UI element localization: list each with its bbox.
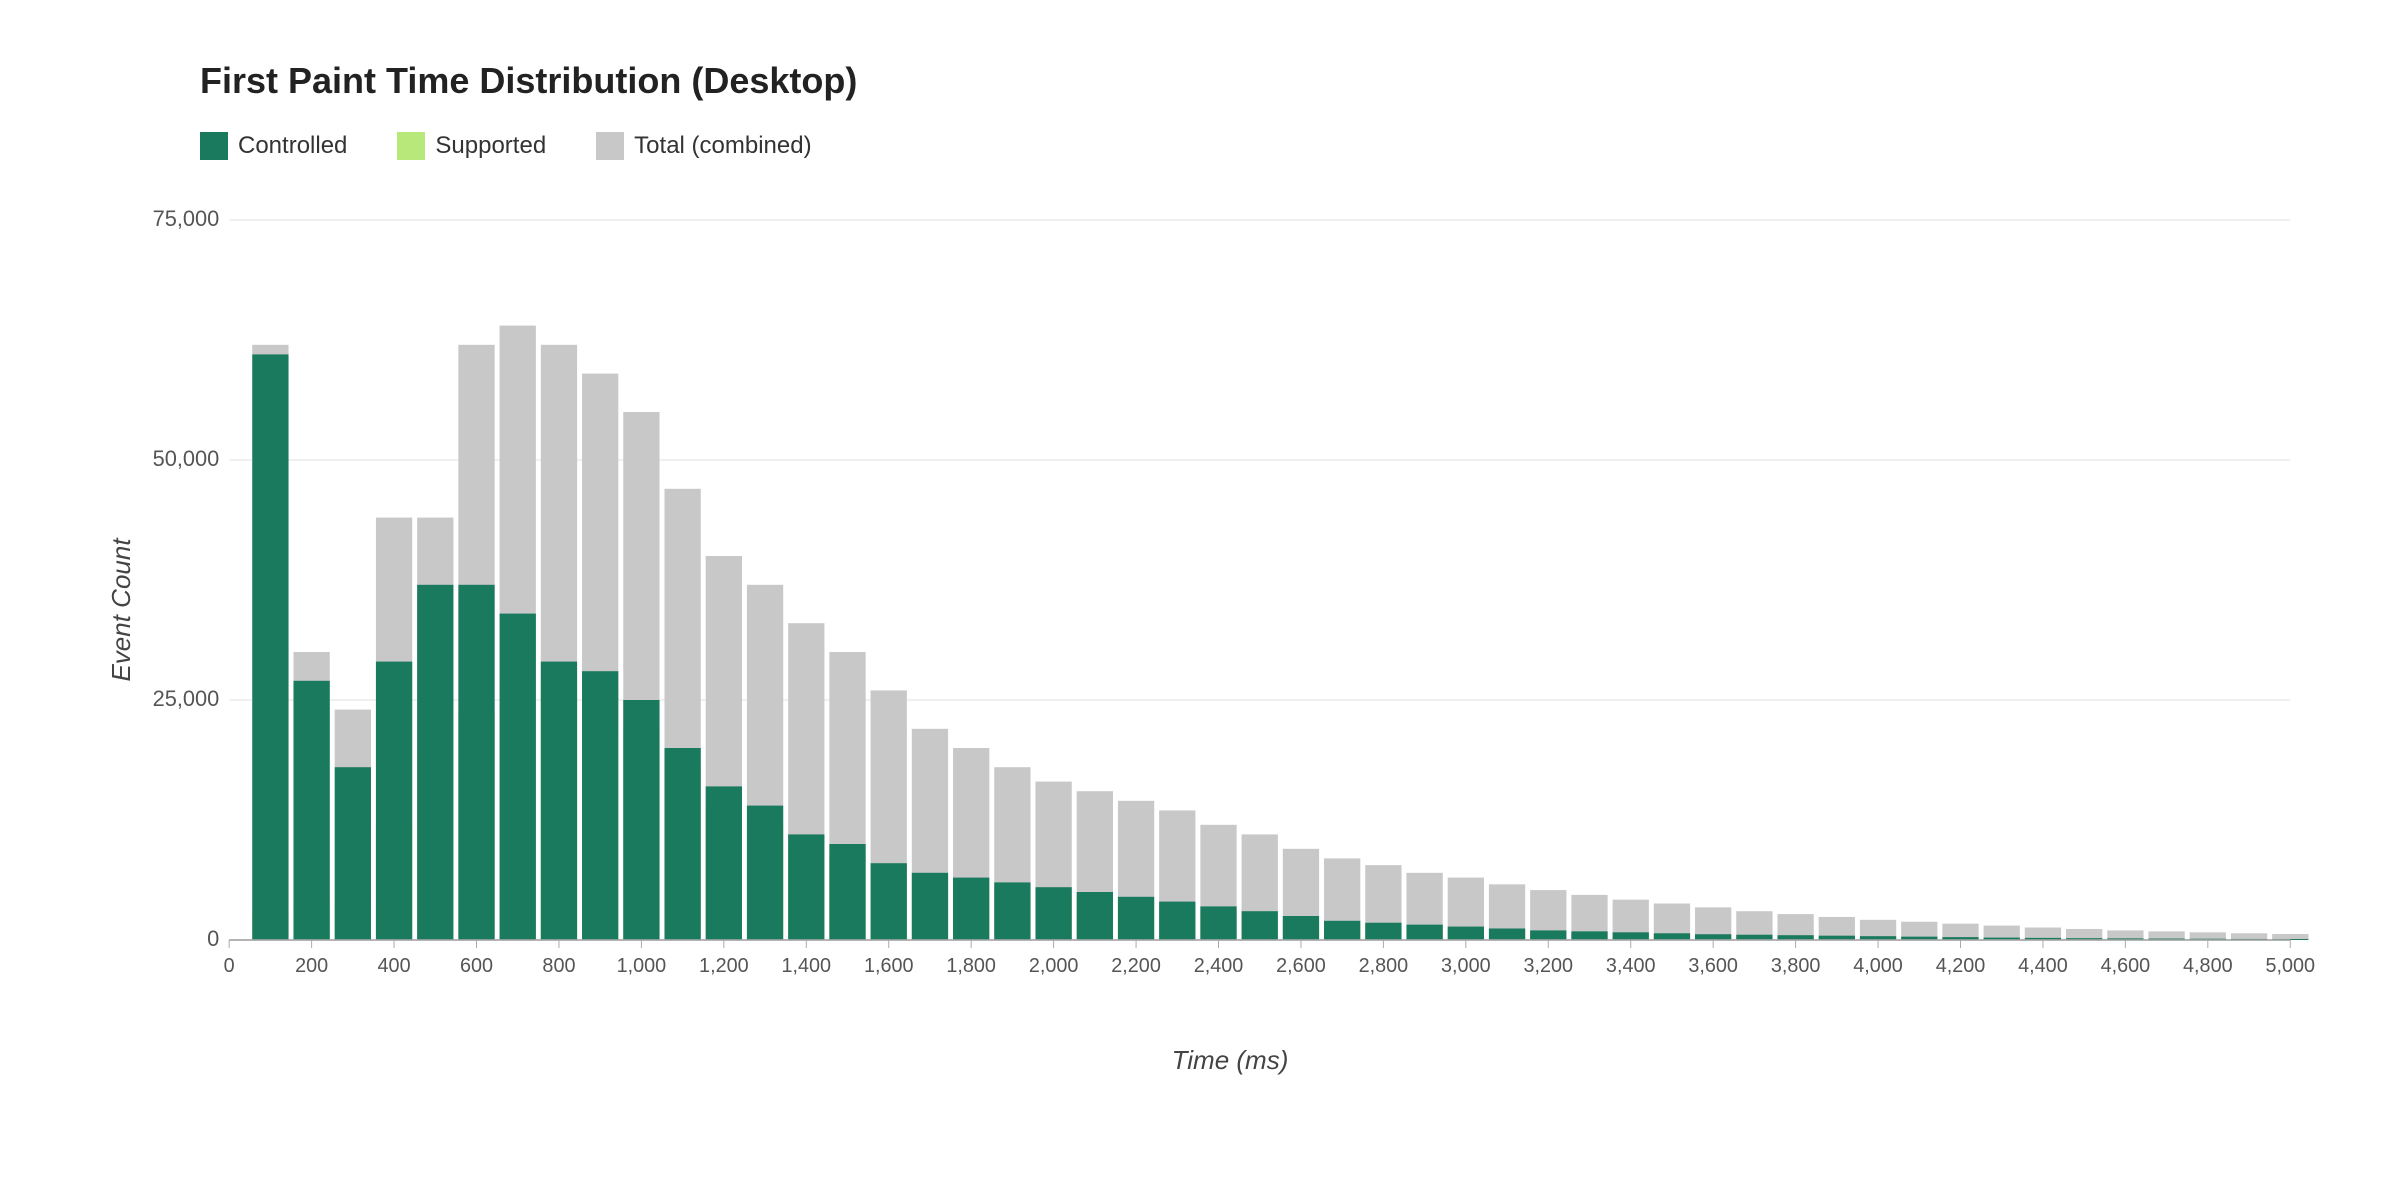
svg-text:4,200: 4,200 <box>1936 955 1986 977</box>
legend-swatch-supported <box>397 132 425 160</box>
svg-text:1,400: 1,400 <box>782 955 832 977</box>
legend-swatch-total <box>596 132 624 160</box>
svg-text:5,000: 5,000 <box>2265 955 2315 977</box>
svg-text:1,000: 1,000 <box>617 955 667 977</box>
svg-text:3,600: 3,600 <box>1688 955 1738 977</box>
svg-text:3,400: 3,400 <box>1606 955 1656 977</box>
svg-text:2,400: 2,400 <box>1194 955 1244 977</box>
svg-text:800: 800 <box>542 955 575 977</box>
svg-text:4,400: 4,400 <box>2018 955 2068 977</box>
chart-title: First Paint Time Distribution (Desktop) <box>200 60 2320 102</box>
legend-label-controlled: Controlled <box>238 132 347 160</box>
legend-swatch-controlled <box>200 132 228 160</box>
svg-text:50,000: 50,000 <box>153 446 220 471</box>
chart-container: First Paint Time Distribution (Desktop) … <box>0 0 2400 1200</box>
svg-text:1,600: 1,600 <box>864 955 914 977</box>
y-axis-label: Event Count <box>106 538 137 681</box>
legend-label-total: Total (combined) <box>634 132 811 160</box>
svg-text:3,200: 3,200 <box>1524 955 1574 977</box>
svg-text:600: 600 <box>460 955 493 977</box>
svg-text:4,600: 4,600 <box>2101 955 2151 977</box>
svg-text:4,800: 4,800 <box>2183 955 2233 977</box>
svg-text:0: 0 <box>207 926 219 951</box>
svg-text:2,000: 2,000 <box>1029 955 1079 977</box>
legend-label-supported: Supported <box>435 132 546 160</box>
svg-text:75,000: 75,000 <box>153 206 220 231</box>
svg-text:0: 0 <box>224 955 235 977</box>
svg-text:4,000: 4,000 <box>1853 955 1903 977</box>
legend-item-total: Total (combined) <box>596 132 811 160</box>
x-axis-label: Time (ms) <box>140 1045 2320 1076</box>
svg-text:200: 200 <box>295 955 328 977</box>
svg-text:1,800: 1,800 <box>946 955 996 977</box>
svg-text:2,800: 2,800 <box>1359 955 1409 977</box>
chart-area: Event Count 025,00050,00075,000020040060… <box>140 200 2320 1020</box>
legend-item-supported: Supported <box>397 132 546 160</box>
svg-text:1,200: 1,200 <box>699 955 749 977</box>
legend-item-controlled: Controlled <box>200 132 347 160</box>
chart-svg: 0 25,000 50,000 75,000 0 200 400 600 800 1,000 1,2… <box>140 200 2320 1020</box>
svg-text:2,200: 2,200 <box>1111 955 1161 977</box>
svg-text:400: 400 <box>378 955 411 977</box>
legend: Controlled Supported Total (combined) <box>200 132 2320 160</box>
svg-text:2,600: 2,600 <box>1276 955 1326 977</box>
svg-text:3,800: 3,800 <box>1771 955 1821 977</box>
svg-text:25,000: 25,000 <box>153 686 220 711</box>
svg-text:3,000: 3,000 <box>1441 955 1491 977</box>
